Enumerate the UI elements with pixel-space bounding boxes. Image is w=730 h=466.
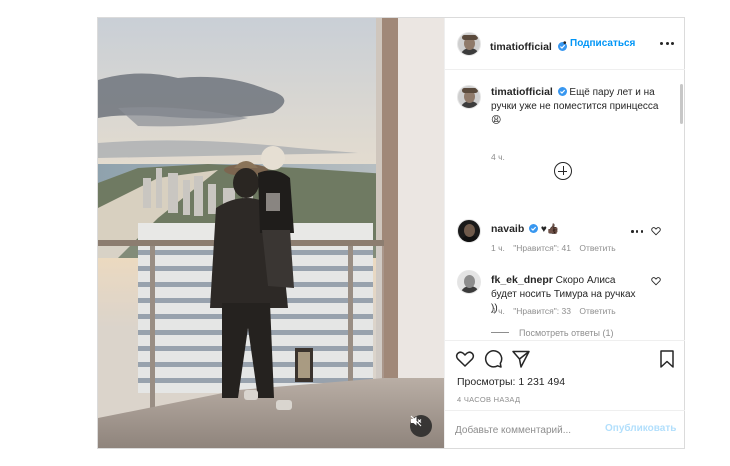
comment-likes[interactable]: "Нравится": 41 (513, 243, 571, 253)
comment-time: 4 ч. (491, 306, 505, 316)
post-actions: Просмотры: 1 231 494 4 часов назад (445, 340, 685, 410)
publish-button[interactable]: Опубликовать (605, 423, 676, 434)
comment-username[interactable]: navaib (491, 223, 524, 235)
caption-avatar[interactable] (457, 85, 481, 109)
comment-reply-button[interactable]: Ответить (579, 306, 615, 316)
share-icon[interactable] (511, 349, 531, 369)
verified-badge-icon (529, 224, 539, 233)
replies-divider (491, 332, 509, 333)
comment-text: ♥👍🏿 (540, 224, 560, 235)
post-timestamp[interactable]: 4 часов назад (457, 395, 520, 404)
comment-likes[interactable]: "Нравится": 33 (513, 306, 571, 316)
follow-button[interactable]: Подписаться (570, 38, 635, 49)
add-comment-bar: Опубликовать (445, 410, 685, 448)
post-video[interactable] (98, 18, 444, 448)
comment-more-icon[interactable] (631, 230, 643, 234)
comment-input[interactable] (455, 421, 605, 439)
post-header: timatiofficial • Подписаться (445, 18, 685, 70)
comment-avatar[interactable] (457, 270, 481, 294)
comment-like-heart-icon[interactable] (651, 226, 661, 236)
video-frame (98, 18, 444, 448)
comment-like-heart-icon[interactable] (651, 276, 661, 286)
comment: navaib ♥👍🏿 (491, 222, 559, 237)
instagram-post: timatiofficial • Подписаться timatioffic… (97, 17, 685, 449)
comment-time: 1 ч. (491, 243, 505, 253)
caption: timatiofficial Ещё пару лет и на ручки у… (491, 85, 661, 128)
heart-icon[interactable] (455, 349, 475, 369)
view-replies-label[interactable]: Посмотреть ответы (1) (519, 328, 614, 338)
mute-toggle-button[interactable] (410, 415, 432, 437)
author-avatar[interactable] (457, 32, 481, 56)
caption-time: 4 ч. (491, 152, 505, 162)
comments-section[interactable]: timatiofficial Ещё пару лет и на ручки у… (445, 70, 685, 340)
views-count[interactable]: Просмотры: 1 231 494 (457, 376, 565, 388)
comment-avatar[interactable] (457, 219, 481, 243)
comment-username[interactable]: fk_ek_dnepr (491, 274, 553, 286)
comments-scrollbar[interactable] (680, 84, 683, 124)
volume-muted-icon (410, 415, 422, 427)
comment-meta: 4 ч. "Нравится": 33 Ответить (491, 306, 622, 316)
comment-icon[interactable] (483, 349, 503, 369)
views-label: Просмотры: (457, 376, 516, 388)
view-replies-button[interactable]: Посмотреть ответы (1) (491, 328, 614, 338)
caption-username[interactable]: timatiofficial (491, 86, 553, 98)
comment-reply-button[interactable]: Ответить (579, 243, 615, 253)
verified-badge-icon (557, 87, 567, 96)
header-separator: • (563, 38, 567, 49)
author-username[interactable]: timatiofficial (490, 41, 552, 53)
plus-circle-icon[interactable] (554, 162, 572, 180)
bookmark-icon[interactable] (657, 349, 677, 369)
views-value: 1 231 494 (518, 376, 566, 388)
more-horizontal-icon[interactable] (660, 38, 674, 48)
comment-meta: 1 ч. "Нравится": 41 Ответить (491, 243, 622, 253)
post-details-panel: timatiofficial • Подписаться timatioffic… (444, 18, 685, 448)
author-name-row: timatiofficial (490, 37, 568, 55)
